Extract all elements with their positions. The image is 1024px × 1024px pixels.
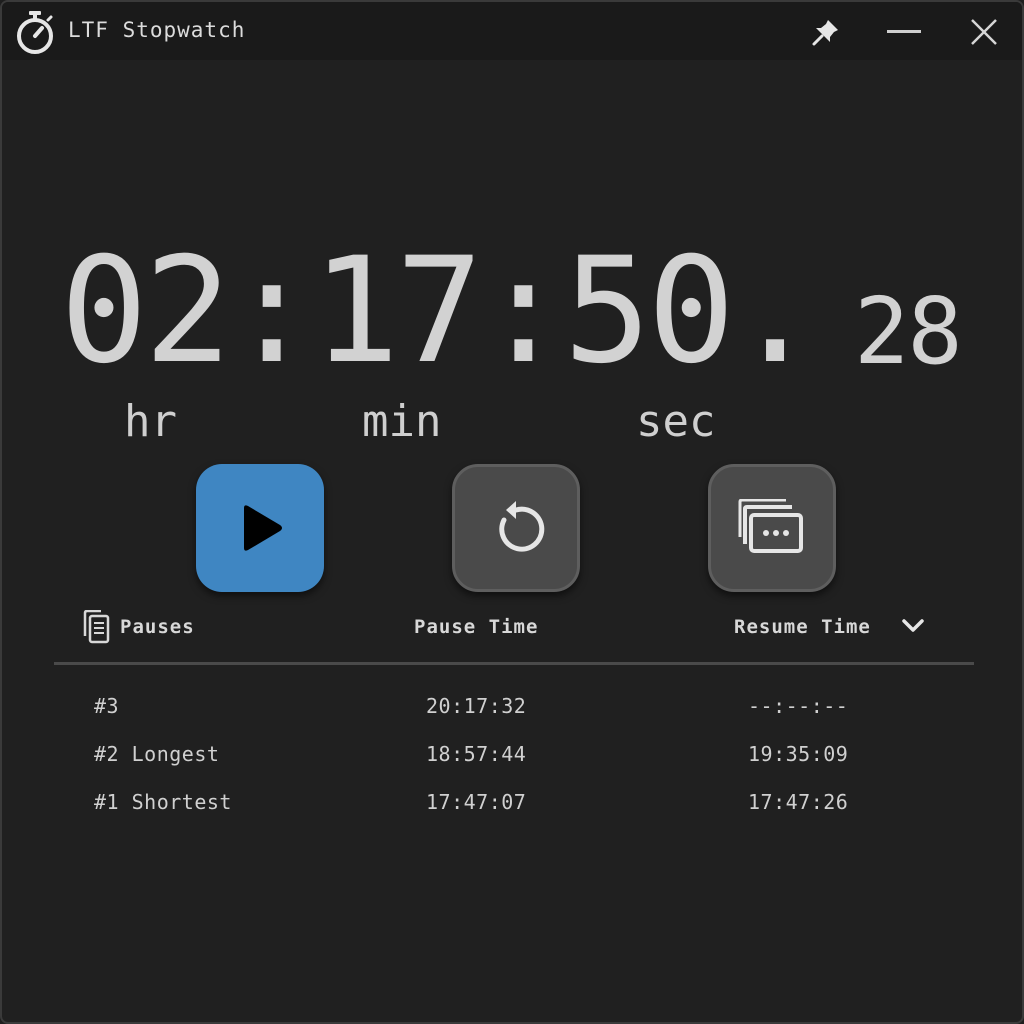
pin-button[interactable]	[802, 10, 850, 54]
elapsed-time-main: 02:17:50.	[60, 226, 819, 396]
elapsed-time-hundredths: 28	[854, 278, 963, 385]
reset-icon	[499, 501, 545, 552]
chevron-down-icon[interactable]	[900, 614, 926, 638]
stopwatch-icon	[17, 11, 53, 54]
close-icon	[971, 19, 997, 45]
table-row: #2 Longest 18:57:44 19:35:09	[2, 742, 1022, 782]
resume-time-value: 17:47:26	[748, 790, 849, 814]
resume-time-value: --:--:--	[748, 694, 849, 718]
table-row: #3 20:17:32 --:--:--	[2, 694, 1022, 734]
resume-time-value: 19:35:09	[748, 742, 849, 766]
seconds-label: sec	[636, 396, 716, 447]
hours-label: hr	[124, 396, 177, 447]
column-header-pauses: Pauses	[120, 616, 195, 638]
pause-time-value: 17:47:07	[426, 790, 527, 814]
laps-window-button[interactable]	[708, 464, 836, 592]
minutes-label: min	[362, 396, 442, 447]
column-header-pause-time: Pause Time	[414, 616, 539, 638]
play-icon	[244, 505, 282, 551]
play-button[interactable]	[196, 464, 324, 592]
pause-time-value: 20:17:32	[426, 694, 527, 718]
laps-window-icon	[738, 499, 803, 553]
app-window: LTF Stopwatch 02:17:50. 28 hr min sec Pa…	[0, 0, 1024, 1024]
pause-name: #3	[94, 694, 120, 718]
document-icon	[83, 610, 110, 644]
column-header-resume-time: Resume Time	[734, 616, 871, 638]
close-button[interactable]	[960, 10, 1008, 54]
header-divider	[54, 662, 974, 665]
pause-time-value: 18:57:44	[426, 742, 527, 766]
title-bar[interactable]: LTF Stopwatch	[2, 2, 1022, 60]
reset-button[interactable]	[452, 464, 580, 592]
window-title: LTF Stopwatch	[68, 18, 246, 42]
table-row: #1 Shortest 17:47:07 17:47:26	[2, 790, 1022, 830]
minimize-icon	[887, 30, 921, 33]
minimize-button[interactable]	[880, 10, 928, 54]
pause-name: #1 Shortest	[94, 790, 232, 814]
pause-name: #2 Longest	[94, 742, 220, 766]
pin-icon	[812, 20, 838, 46]
